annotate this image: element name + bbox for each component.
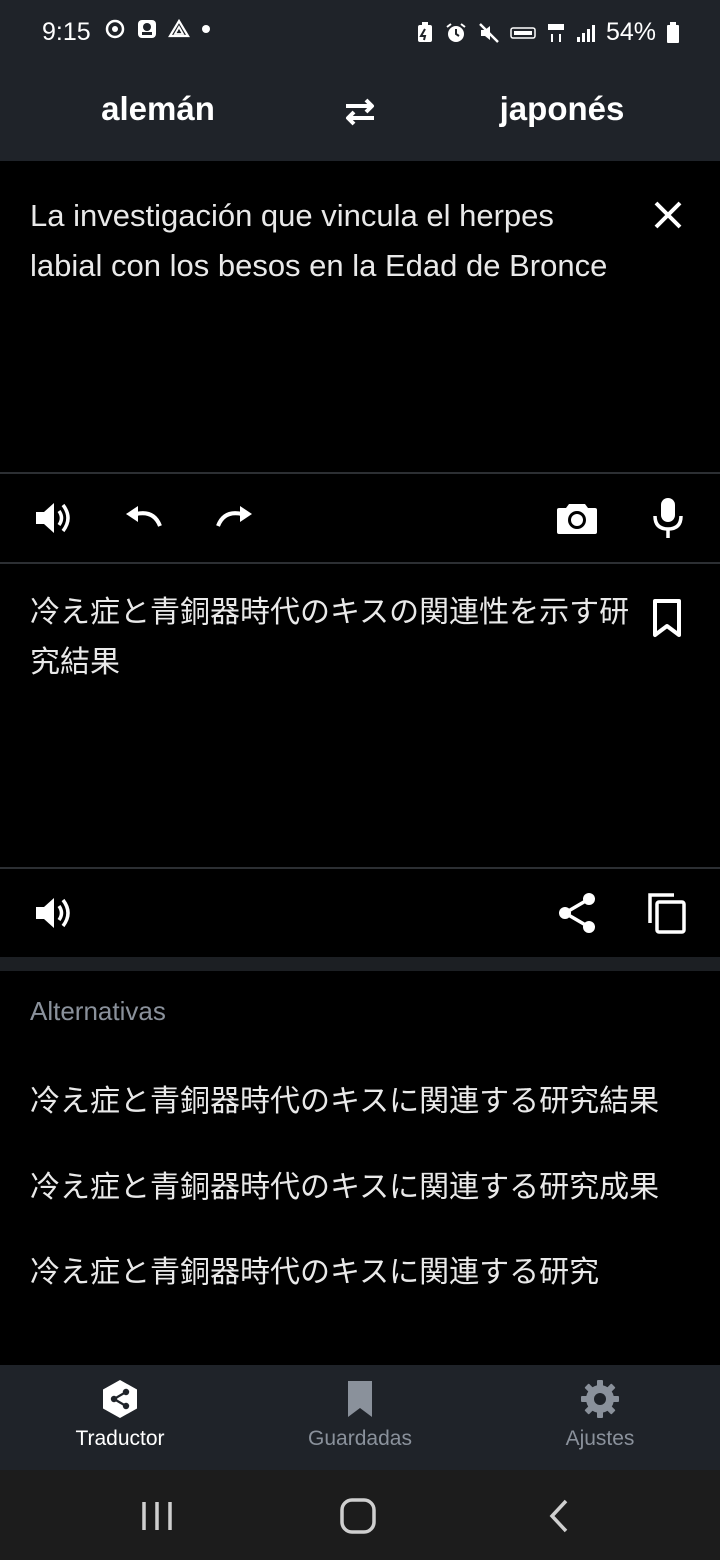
speaker-icon[interactable] [32,496,76,540]
alternative-item[interactable]: 冷え症と青銅器時代のキスに関連する研究 [30,1247,599,1291]
translator-icon [103,1380,137,1418]
status-bar: 9:15 54% [0,0,720,64]
speaker-icon[interactable] [32,891,76,935]
translation-toolbar [0,869,720,957]
gear-icon [581,1380,619,1418]
source-text-input[interactable]: La investigación que vincula el herpes l… [30,191,620,291]
bookmark-icon [348,1381,372,1417]
mute-icon [479,22,499,43]
target-language-selector[interactable]: japonés [432,90,692,128]
undo-icon[interactable] [122,496,166,540]
status-time: 9:15 [42,18,91,46]
app-notification-icon [138,20,156,38]
system-navigation-bar [0,1470,720,1560]
source-input-area[interactable]: La investigación que vincula el herpes l… [0,161,720,473]
nav-item-saved[interactable]: Guardadas [240,1365,480,1470]
assistant-icon [105,19,125,39]
battery-icon [667,21,679,43]
bookmark-icon[interactable] [650,598,684,638]
drive-icon [168,18,190,38]
copy-icon[interactable] [646,891,690,935]
share-icon[interactable] [555,891,599,935]
translation-output: 冷え症と青銅器時代のキスの関連性を示す研究結果 [30,596,630,679]
nav-item-settings[interactable]: Ajustes [480,1365,720,1470]
nav-item-translator[interactable]: Traductor [0,1365,240,1470]
swap-languages-icon[interactable] [340,92,380,132]
alternative-item[interactable]: 冷え症と青銅器時代のキスに関連する研究結果 [30,1076,659,1120]
language-bar: alemán japonés [0,64,720,161]
recent-apps-icon[interactable] [137,1498,177,1534]
battery-percent: 54% [605,18,656,46]
microphone-icon[interactable] [646,496,690,540]
section-separator [0,957,720,971]
close-icon[interactable] [650,197,686,233]
volte-icon [510,26,536,39]
home-icon[interactable] [338,1498,378,1534]
battery-saver-icon [417,21,432,42]
back-icon[interactable] [540,1498,580,1534]
nav-label-settings: Ajustes [565,1427,635,1450]
alarm-icon [446,22,466,42]
nav-label-saved: Guardadas [308,1427,412,1450]
alternatives-title: Alternativas [30,996,166,1026]
redo-icon[interactable] [212,496,256,540]
divider [0,562,720,564]
source-language-selector[interactable]: alemán [28,90,288,128]
status-notification-icons [104,18,212,40]
source-toolbar [0,474,720,562]
dot-icon [202,25,210,33]
camera-icon[interactable] [555,496,599,540]
network-4g-icon [547,23,564,42]
alternative-item[interactable]: 冷え症と青銅器時代のキスに関連する研究成果 [30,1162,659,1206]
nav-label-translator: Traductor [75,1427,165,1450]
bottom-navigation: Traductor Guardadas Ajustes [0,1365,720,1470]
status-system-icons: 54% [416,18,680,47]
signal-icon [576,24,595,42]
